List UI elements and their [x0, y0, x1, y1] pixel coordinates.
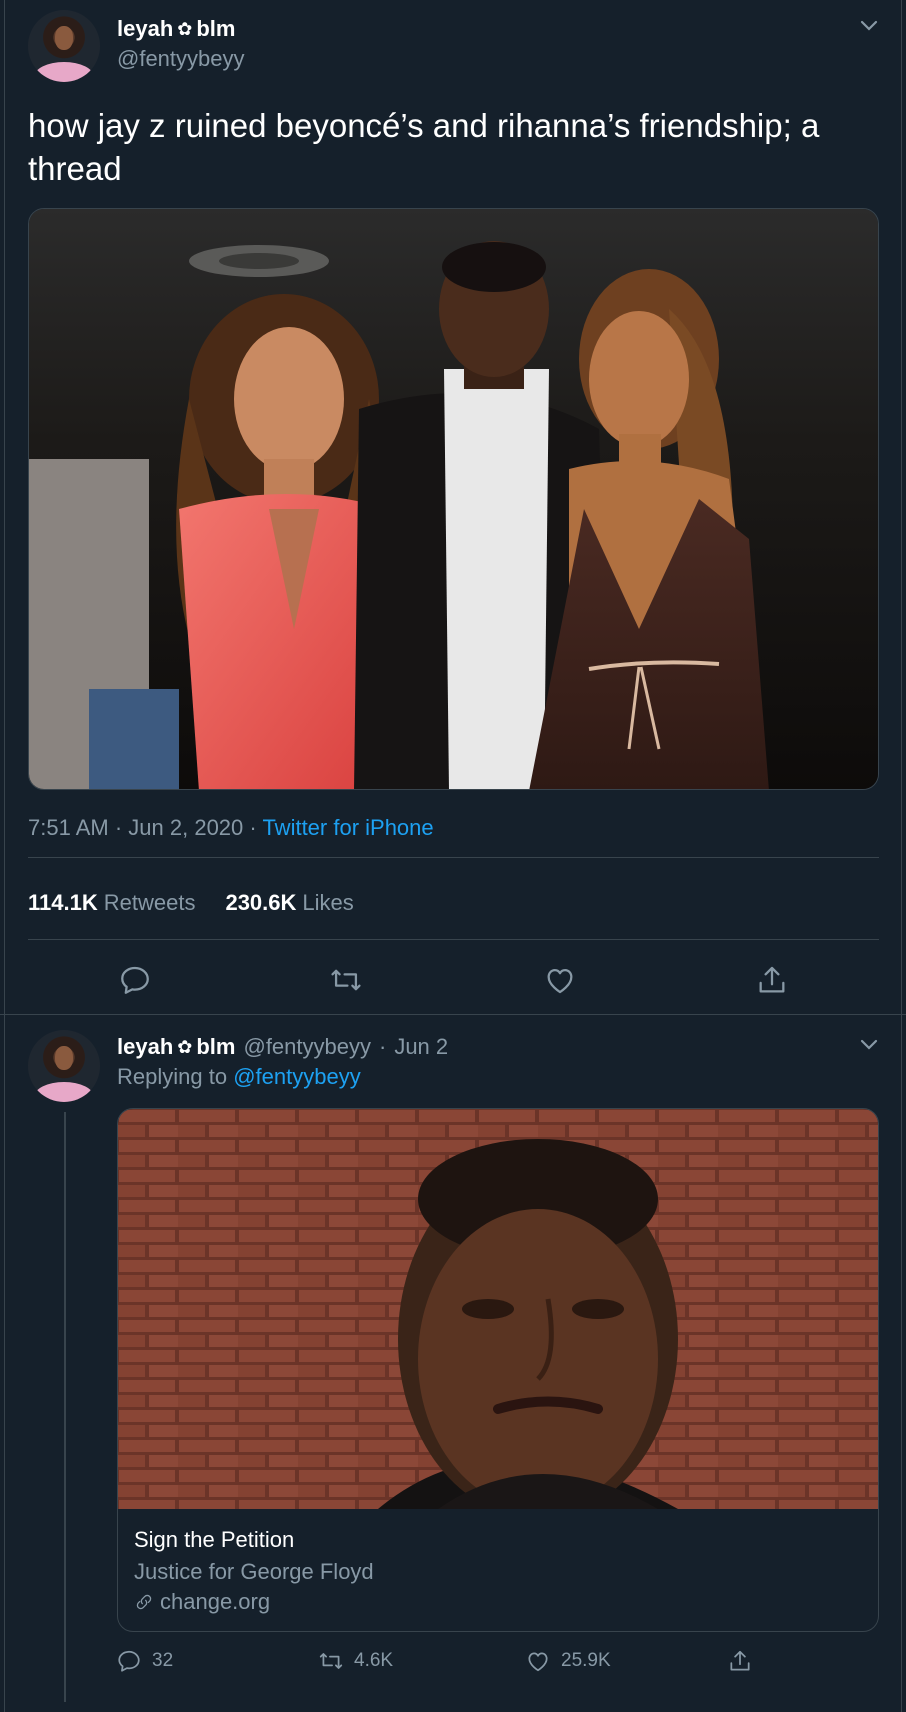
- thread-line: [64, 1112, 66, 1702]
- author-handle[interactable]: @fentyybeyy: [243, 1034, 371, 1060]
- divider: [28, 939, 879, 940]
- avatar[interactable]: [28, 1030, 100, 1102]
- likes-stat[interactable]: 230.6K Likes: [225, 890, 353, 916]
- link-card-domain: change.org: [134, 1589, 270, 1615]
- tweet-stats: 114.1K Retweets 230.6K Likes: [28, 890, 354, 916]
- share-icon: [730, 1650, 750, 1671]
- flower-icon: ✿: [177, 18, 193, 39]
- display-name-suffix[interactable]: blm: [196, 16, 235, 42]
- reply-icon: [118, 1650, 140, 1672]
- reply-button[interactable]: 32: [116, 1648, 173, 1674]
- display-name[interactable]: leyah: [117, 16, 173, 42]
- avatar[interactable]: [28, 10, 100, 82]
- replying-to: Replying to @fentyybeyy: [117, 1064, 361, 1090]
- author-name[interactable]: leyah ✿ blm: [117, 16, 235, 42]
- meta-separator: ·: [249, 815, 257, 840]
- like-icon: [528, 1652, 548, 1672]
- replying-handle-link[interactable]: @fentyybeyy: [233, 1064, 361, 1089]
- retweets-label: Retweets: [103, 890, 196, 915]
- tweet-source-link[interactable]: Twitter for iPhone: [262, 815, 433, 840]
- chevron-down-icon[interactable]: [860, 1039, 878, 1051]
- retweets-count: 114.1K: [28, 890, 98, 915]
- author-handle[interactable]: @fentyybeyy: [117, 46, 245, 72]
- reply-date[interactable]: Jun 2: [394, 1034, 448, 1060]
- retweet-icon: [319, 1653, 343, 1669]
- link-card-description: Justice for George Floyd: [134, 1559, 374, 1584]
- tweet-timestamp: 7:51 AM · Jun 2, 2020 · Twitter for iPho…: [28, 815, 434, 841]
- share-icon[interactable]: [755, 963, 789, 997]
- link-domain-text: change.org: [160, 1589, 271, 1614]
- link-icon: [136, 1594, 152, 1610]
- link-card-title: Sign the Petition: [134, 1527, 295, 1552]
- reply-count: 32: [152, 1650, 174, 1671]
- reply-author-row: leyah ✿ blm @fentyybeyy · Jun 2: [117, 1034, 448, 1060]
- flower-icon: ✿: [177, 1036, 193, 1057]
- reply-icon[interactable]: [118, 963, 152, 997]
- like-icon[interactable]: [543, 963, 577, 997]
- tweet-time[interactable]: 7:51 AM: [28, 815, 109, 840]
- retweet-icon[interactable]: [329, 963, 363, 997]
- retweet-count: 4.6K: [354, 1650, 394, 1671]
- divider: [28, 857, 879, 858]
- tweet-action-bar: [0, 960, 906, 1000]
- photo-image: [29, 209, 878, 789]
- replying-label: Replying to: [117, 1064, 228, 1089]
- like-count: 25.9K: [561, 1650, 611, 1671]
- retweet-button[interactable]: 4.6K: [318, 1648, 393, 1674]
- chevron-down-icon[interactable]: [860, 20, 878, 32]
- likes-count: 230.6K: [225, 890, 297, 915]
- display-name-suffix[interactable]: blm: [196, 1034, 235, 1060]
- retweets-stat[interactable]: 114.1K Retweets: [28, 890, 195, 916]
- like-button[interactable]: 25.9K: [525, 1648, 611, 1674]
- display-name[interactable]: leyah: [117, 1034, 173, 1060]
- likes-label: Likes: [302, 890, 354, 915]
- share-button[interactable]: [727, 1648, 753, 1674]
- reply-action-bar: 32 4.6K 25.9K: [0, 1646, 906, 1680]
- tweet-date[interactable]: Jun 2, 2020: [128, 815, 243, 840]
- meta-separator: ·: [378, 1034, 387, 1059]
- link-card-image: [118, 1109, 878, 1519]
- tweet-photo[interactable]: [28, 208, 879, 790]
- meta-separator: ·: [114, 815, 123, 840]
- tweet-text: how jay z ruined beyoncé’s and rihanna’s…: [28, 107, 820, 187]
- link-preview-card[interactable]: Sign the Petition Justice for George Flo…: [117, 1108, 879, 1632]
